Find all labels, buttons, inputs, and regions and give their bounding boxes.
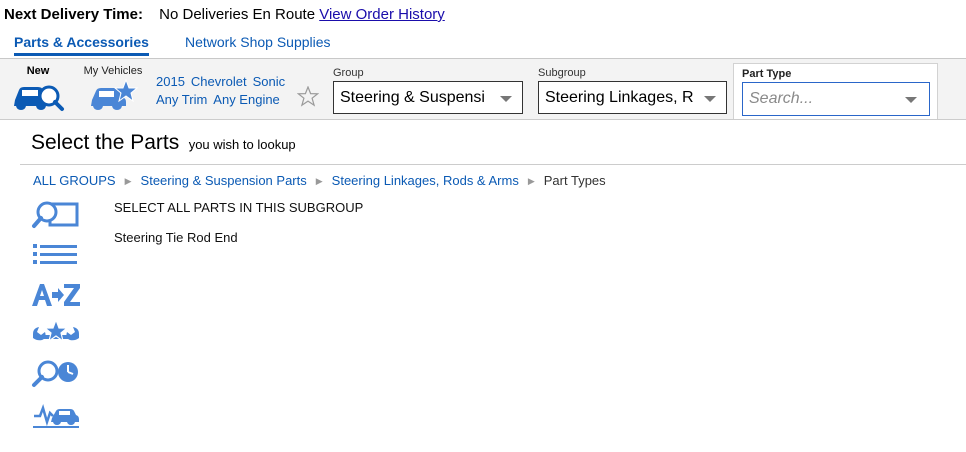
vehicle-engine[interactable]: Any Engine [213, 92, 280, 107]
group-value: Steering & Suspensi [340, 89, 485, 106]
part-type-placeholder: Search... [749, 90, 814, 107]
view-order-history-link[interactable]: View Order History [319, 6, 445, 23]
breadcrumb-current: Part Types [543, 173, 606, 188]
vehicle-selection: 2015 Chevrolet Sonic Any Trim Any Engine [156, 73, 291, 109]
chevron-down-icon [500, 96, 512, 102]
group-caption: Group [333, 67, 364, 79]
part-type-box: Part Type Search... [733, 63, 938, 119]
my-vehicles-label: My Vehicles [83, 65, 143, 77]
search-diagram-icon[interactable] [30, 198, 82, 232]
group-select-box: Group Steering & Suspensi [325, 63, 529, 119]
subgroup-select[interactable]: Steering Linkages, R [538, 81, 727, 114]
search-time-icon[interactable] [30, 356, 82, 390]
part-type-search-input[interactable]: Search... [742, 82, 930, 116]
subgroup-select-box: Subgroup Steering Linkages, R [530, 63, 730, 119]
breadcrumb-group[interactable]: Steering & Suspension Parts [141, 173, 307, 188]
list-view-icon[interactable] [30, 238, 82, 272]
group-select[interactable]: Steering & Suspensi [333, 81, 523, 114]
vehicle-trim[interactable]: Any Trim [156, 92, 207, 107]
page-title: Select the Parts you wish to lookup [31, 131, 296, 155]
new-vehicle-search-icon [14, 85, 64, 111]
select-all-parts-item[interactable]: SELECT ALL PARTS IN THIS SUBGROUP [114, 200, 363, 230]
page-title-main: Select the Parts [31, 131, 180, 154]
new-vehicle-button[interactable]: New [8, 59, 68, 117]
breadcrumb-subgroup[interactable]: Steering Linkages, Rods & Arms [332, 173, 519, 188]
chevron-down-icon [905, 97, 917, 103]
delivery-status: No Deliveries En Route [159, 6, 316, 23]
breadcrumb-arrow-icon: ▶ [315, 176, 323, 186]
breadcrumb: ALL GROUPS ▶ Steering & Suspension Parts ▶ S… [33, 173, 606, 188]
vehicle-model[interactable]: Sonic [253, 74, 286, 89]
vehicle-year[interactable]: 2015 [156, 74, 185, 89]
new-label: New [26, 65, 50, 77]
tab-network-shop-supplies[interactable]: Network Shop Supplies [185, 34, 331, 50]
part-type-caption: Part Type [742, 68, 792, 80]
labor-wrench-icon[interactable] [30, 318, 82, 352]
part-type-list: SELECT ALL PARTS IN THIS SUBGROUP Steeri… [114, 200, 363, 260]
my-vehicles-star-icon [91, 78, 139, 110]
part-type-item[interactable]: Steering Tie Rod End [114, 230, 363, 260]
breadcrumb-all-groups[interactable]: ALL GROUPS [33, 173, 116, 188]
chevron-down-icon [704, 96, 716, 102]
star-outline-icon [296, 85, 320, 107]
delivery-label: Next Delivery Time: [4, 6, 143, 23]
subgroup-value: Steering Linkages, R [545, 89, 694, 106]
subgroup-caption: Subgroup [538, 67, 586, 79]
main-tabs: Parts & Accessories Network Shop Supplie… [0, 32, 966, 59]
tab-parts-accessories[interactable]: Parts & Accessories [14, 34, 149, 56]
breadcrumb-arrow-icon: ▶ [124, 176, 132, 186]
breadcrumb-arrow-icon: ▶ [527, 176, 535, 186]
a-to-z-icon[interactable] [30, 278, 82, 312]
vehicle-make[interactable]: Chevrolet [191, 74, 247, 89]
diagnostics-car-icon[interactable] [30, 396, 82, 430]
favorite-vehicle-button[interactable] [296, 85, 320, 112]
delivery-bar: Next Delivery Time: No Deliveries En Rou… [4, 6, 445, 23]
my-vehicles-button[interactable]: My Vehicles [78, 59, 148, 117]
divider [20, 164, 966, 165]
page-title-sub: you wish to lookup [188, 137, 296, 152]
